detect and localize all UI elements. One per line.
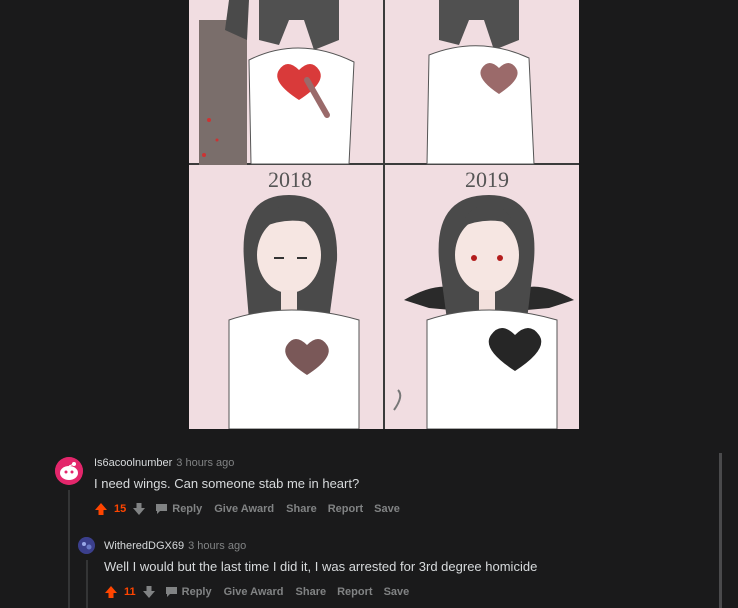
thread-line[interactable]	[86, 560, 88, 608]
reply-bubble-icon	[156, 504, 168, 514]
reply-button[interactable]: Reply	[156, 503, 202, 515]
save-button[interactable]: Save	[374, 503, 400, 515]
year-label-right: 2019	[465, 167, 509, 192]
avatar[interactable]	[55, 457, 83, 485]
report-button[interactable]: Report	[328, 503, 363, 515]
comment-username[interactable]: WitheredDGX69	[104, 540, 184, 552]
comment-meta: Is6acoolnumber 3 hours ago	[94, 457, 234, 469]
comment-meta: WitheredDGX69 3 hours ago	[104, 540, 246, 552]
comment-body: I need wings. Can someone stab me in hea…	[94, 476, 360, 491]
comments-scrollbar[interactable]	[719, 453, 722, 608]
comment-body: Well I would but the last time I did it,…	[104, 559, 538, 574]
post-image[interactable]: 2018 2019	[189, 0, 579, 429]
reply-label: Reply	[172, 503, 203, 515]
upvote-arrow-icon[interactable]	[104, 585, 118, 599]
snoo-avatar-icon	[55, 457, 83, 485]
thread-line[interactable]	[68, 490, 70, 608]
vote-score: 15	[114, 503, 127, 515]
comment-timestamp[interactable]: 3 hours ago	[176, 457, 234, 469]
comment-actions: 15 Reply Give Award Share Report Save	[94, 502, 411, 516]
share-button[interactable]: Share	[286, 503, 317, 515]
comic-panel-1	[199, 0, 355, 165]
give-award-button[interactable]: Give Award	[224, 586, 284, 598]
upvote-arrow-icon[interactable]	[94, 502, 108, 516]
report-button[interactable]: Report	[337, 586, 372, 598]
reply-bubble-icon	[165, 587, 177, 597]
user-avatar-icon	[78, 537, 95, 554]
share-button[interactable]: Share	[296, 586, 327, 598]
downvote-arrow-icon[interactable]	[142, 585, 156, 599]
comment-timestamp[interactable]: 3 hours ago	[188, 540, 246, 552]
avatar[interactable]	[78, 537, 95, 554]
reply-button[interactable]: Reply	[165, 586, 212, 598]
reply-label: Reply	[181, 586, 212, 598]
comment-username[interactable]: Is6acoolnumber	[94, 457, 172, 469]
give-award-button[interactable]: Give Award	[214, 503, 274, 515]
comment-actions: 11 Reply Give Award Share Report Save	[104, 585, 420, 599]
save-button[interactable]: Save	[384, 586, 410, 598]
vote-score: 11	[124, 586, 136, 598]
year-label-left: 2018	[268, 167, 312, 192]
downvote-arrow-icon[interactable]	[132, 502, 146, 516]
